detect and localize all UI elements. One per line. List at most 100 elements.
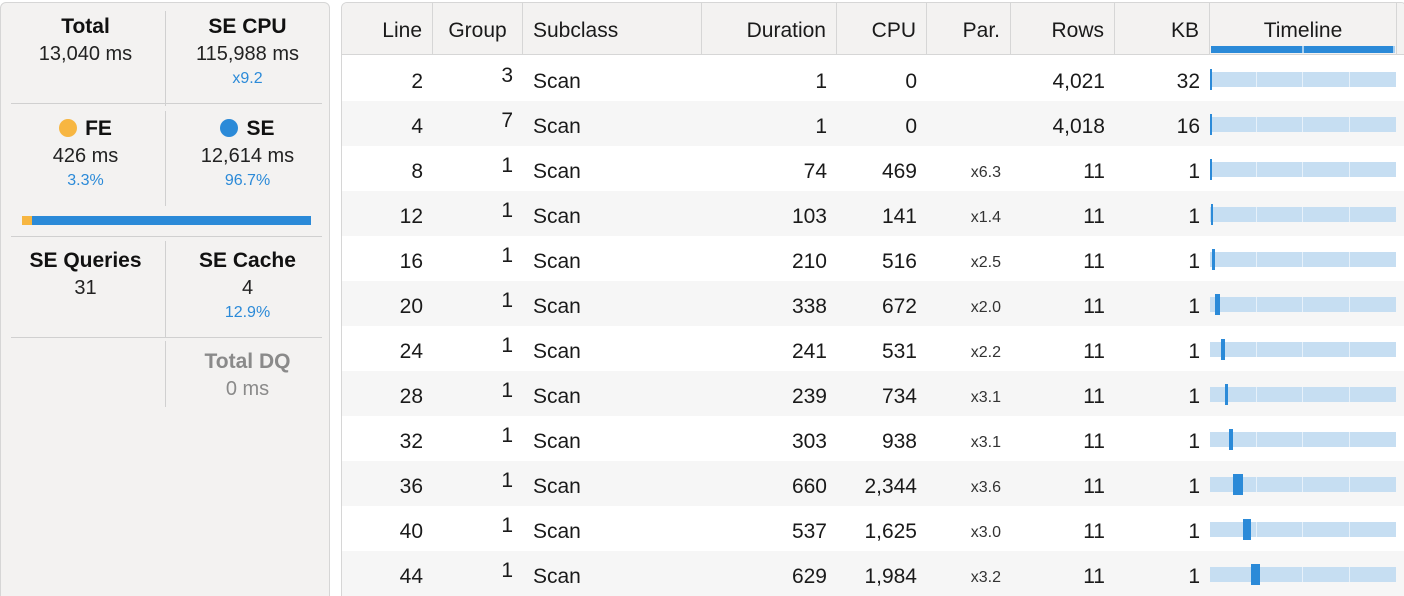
cell-line: 32 bbox=[399, 430, 423, 453]
cell-cpu: 734 bbox=[881, 385, 917, 408]
timeline-mark bbox=[1221, 339, 1225, 360]
fe-value: 426 ms bbox=[52, 145, 119, 167]
timeline-gridline bbox=[1302, 117, 1303, 132]
timeline-gridline bbox=[1256, 252, 1257, 267]
column-header-par[interactable]: Par. bbox=[927, 3, 1011, 55]
timeline-gridline bbox=[1256, 477, 1257, 492]
cell-duration: 338 bbox=[791, 295, 827, 318]
cell-duration: 1 bbox=[815, 115, 827, 138]
cell-duration: 660 bbox=[791, 475, 827, 498]
cell-line: 12 bbox=[399, 205, 423, 228]
timeline-gridline bbox=[1256, 342, 1257, 357]
cell-duration: 239 bbox=[791, 385, 827, 408]
column-header-cpu[interactable]: CPU bbox=[837, 3, 927, 55]
column-header-kb[interactable]: KB bbox=[1115, 3, 1210, 55]
timeline-mark bbox=[1224, 384, 1229, 405]
table-row[interactable]: 40 1 Scan 537 1,625 x3.0 11 1 bbox=[342, 506, 1404, 551]
timeline-mark bbox=[1228, 429, 1233, 450]
divider bbox=[11, 337, 322, 338]
cell-duration: 537 bbox=[791, 520, 827, 543]
timeline-tick bbox=[1393, 46, 1395, 53]
fe-se-ratio-bar bbox=[22, 216, 311, 225]
cell-subclass: Scan bbox=[533, 115, 581, 138]
table-row[interactable]: 2 3 Scan 1 0 4,021 32 bbox=[342, 56, 1404, 101]
cell-kb: 1 bbox=[1188, 295, 1200, 318]
timeline-track bbox=[1210, 204, 1396, 225]
table-body: 2 3 Scan 1 0 4,021 32 4 7 Scan 1 0 4,018 16 8 1 Scan 74 46… bbox=[342, 56, 1404, 596]
timeline-gridline bbox=[1349, 162, 1350, 177]
timeline-gridline bbox=[1302, 207, 1303, 222]
cell-line: 8 bbox=[411, 160, 423, 183]
column-header-line[interactable]: Line bbox=[342, 3, 433, 55]
table-row[interactable]: 24 1 Scan 241 531 x2.2 11 1 bbox=[342, 326, 1404, 371]
cell-cpu: 531 bbox=[881, 340, 917, 363]
se-cpu-parallelism: x9.2 bbox=[232, 70, 263, 87]
cell-cpu: 0 bbox=[905, 115, 917, 138]
cell-group: 1 bbox=[501, 469, 513, 492]
column-header-rows[interactable]: Rows bbox=[1011, 3, 1115, 55]
table-row[interactable]: 12 1 Scan 103 141 x1.4 11 1 bbox=[342, 191, 1404, 236]
cell-par: x6.3 bbox=[970, 164, 1001, 181]
cell-cpu: 469 bbox=[881, 160, 917, 183]
cell-kb: 1 bbox=[1188, 475, 1200, 498]
table-row[interactable]: 8 1 Scan 74 469 x6.3 11 1 bbox=[342, 146, 1404, 191]
timeline-gridline bbox=[1349, 72, 1350, 87]
cell-group: 1 bbox=[501, 559, 513, 582]
cell-rows: 11 bbox=[1083, 475, 1105, 498]
table-row[interactable]: 16 1 Scan 210 516 x2.5 11 1 bbox=[342, 236, 1404, 281]
table-row[interactable]: 4 7 Scan 1 0 4,018 16 bbox=[342, 101, 1404, 146]
cell-subclass: Scan bbox=[533, 70, 581, 93]
fe-label: FE bbox=[85, 117, 112, 140]
cell-rows: 11 bbox=[1083, 340, 1105, 363]
cell-kb: 32 bbox=[1176, 70, 1200, 93]
column-header-duration[interactable]: Duration bbox=[702, 3, 837, 55]
cell-duration: 303 bbox=[791, 430, 827, 453]
cell-group: 1 bbox=[501, 199, 513, 222]
cell-line: 28 bbox=[399, 385, 423, 408]
timeline-mark bbox=[1210, 69, 1212, 90]
cell-line: 16 bbox=[399, 250, 423, 273]
timeline-mark bbox=[1250, 564, 1260, 585]
table-row[interactable]: 36 1 Scan 660 2,344 x3.6 11 1 bbox=[342, 461, 1404, 506]
table-row[interactable]: 44 1 Scan 629 1,984 x3.2 11 1 bbox=[342, 551, 1404, 596]
timeline-gridline bbox=[1256, 117, 1257, 132]
table-row[interactable]: 20 1 Scan 338 672 x2.0 11 1 bbox=[342, 281, 1404, 326]
cell-cpu: 1,984 bbox=[864, 565, 917, 588]
timeline-gridline bbox=[1349, 252, 1350, 267]
timeline-gridline bbox=[1256, 207, 1257, 222]
timeline-gridline bbox=[1256, 297, 1257, 312]
timeline-gridline bbox=[1349, 522, 1350, 537]
timeline-mark bbox=[1215, 294, 1221, 315]
cell-group: 1 bbox=[501, 334, 513, 357]
timeline-track bbox=[1210, 339, 1396, 360]
total-label: Total bbox=[61, 15, 110, 38]
cell-cpu: 0 bbox=[905, 70, 917, 93]
se-cpu-value: 115,988 ms bbox=[195, 43, 300, 65]
cell-par: x2.0 bbox=[970, 299, 1001, 316]
cell-kb: 1 bbox=[1188, 565, 1200, 588]
cell-kb: 1 bbox=[1188, 385, 1200, 408]
timeline-mark bbox=[1210, 159, 1212, 180]
cell-subclass: Scan bbox=[533, 160, 581, 183]
fe-ratio-segment bbox=[22, 216, 32, 225]
fe-percent: 3.3% bbox=[67, 172, 104, 189]
cell-duration: 103 bbox=[791, 205, 827, 228]
timeline-gridline bbox=[1256, 72, 1257, 87]
timeline-gridline bbox=[1349, 567, 1350, 582]
table-row[interactable]: 32 1 Scan 303 938 x3.1 11 1 bbox=[342, 416, 1404, 461]
column-header-subclass[interactable]: Subclass bbox=[523, 3, 702, 55]
timeline-mark bbox=[1210, 204, 1213, 225]
timeline-track bbox=[1210, 249, 1396, 270]
cell-par: x3.1 bbox=[970, 434, 1001, 451]
cell-par: x3.1 bbox=[970, 389, 1001, 406]
server-timings-summary: Total 13,040 ms SE CPU 115,988 ms x9.2 F… bbox=[0, 2, 330, 596]
cell-par: x2.5 bbox=[970, 254, 1001, 271]
fe-metric: FE 426 ms 3.3% bbox=[8, 116, 163, 192]
timeline-gridline bbox=[1302, 252, 1303, 267]
table-row[interactable]: 28 1 Scan 239 734 x3.1 11 1 bbox=[342, 371, 1404, 416]
timeline-gridline bbox=[1349, 207, 1350, 222]
server-timings-table: Line Group Subclass Duration CPU Par. Ro… bbox=[341, 2, 1404, 596]
se-ratio-segment bbox=[31, 216, 311, 225]
column-header-group[interactable]: Group bbox=[433, 3, 523, 55]
cell-kb: 1 bbox=[1188, 205, 1200, 228]
